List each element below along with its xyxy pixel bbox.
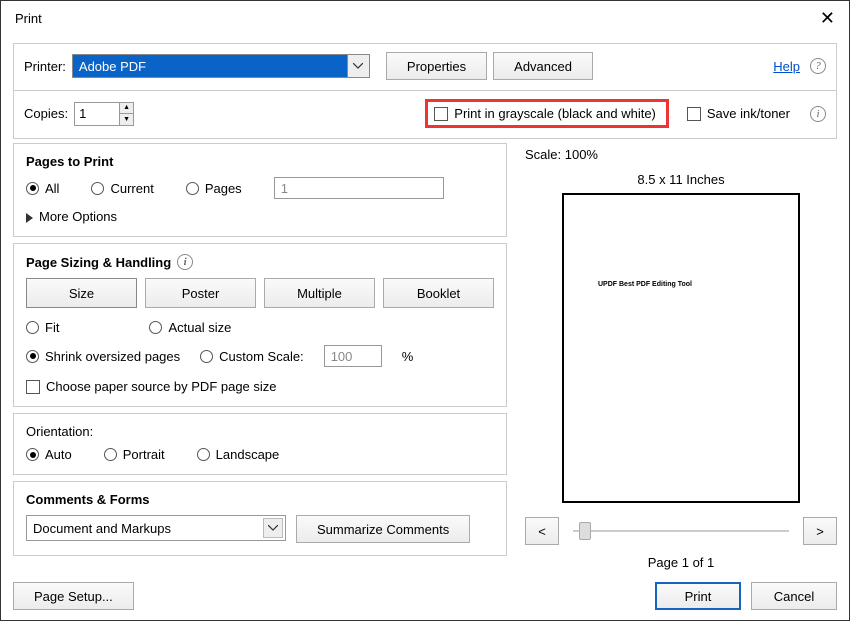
slider-thumb[interactable] bbox=[579, 522, 591, 540]
next-page-button[interactable]: > bbox=[803, 517, 837, 545]
pages-pages-radio[interactable]: Pages bbox=[186, 181, 242, 196]
custom-scale-input[interactable] bbox=[324, 345, 382, 367]
paper-source-label: Choose paper source by PDF page size bbox=[46, 379, 277, 394]
save-ink-checkbox[interactable] bbox=[687, 107, 701, 121]
grayscale-highlight: Print in grayscale (black and white) bbox=[425, 99, 669, 128]
orient-landscape-radio[interactable]: Landscape bbox=[197, 447, 280, 462]
size-button[interactable]: Size bbox=[26, 278, 137, 308]
sizing-info-icon[interactable]: i bbox=[177, 254, 193, 270]
pages-panel: Pages to Print All Current Pages More Op… bbox=[13, 143, 507, 237]
sizing-head: Page Sizing & Handling bbox=[26, 255, 171, 270]
save-ink-label: Save ink/toner bbox=[707, 106, 790, 121]
chevron-down-icon[interactable] bbox=[263, 518, 283, 538]
help-info-icon[interactable]: ? bbox=[810, 58, 826, 74]
orientation-head: Orientation: bbox=[26, 424, 494, 439]
copies-input[interactable] bbox=[75, 103, 119, 125]
cancel-button[interactable]: Cancel bbox=[751, 582, 837, 610]
print-preview: UPDF Best PDF Editing Tool bbox=[562, 193, 800, 503]
print-button[interactable]: Print bbox=[655, 582, 741, 610]
chevron-down-icon[interactable] bbox=[347, 55, 369, 77]
comments-panel: Comments & Forms Document and Markups Su… bbox=[13, 481, 507, 556]
close-icon[interactable]: ✕ bbox=[820, 9, 835, 27]
grayscale-label: Print in grayscale (black and white) bbox=[454, 106, 656, 121]
copies-down-icon[interactable]: ▼ bbox=[119, 114, 133, 125]
paper-source-checkbox[interactable] bbox=[26, 380, 40, 394]
save-ink-info-icon[interactable]: i bbox=[810, 106, 826, 122]
sizing-panel: Page Sizing & Handling i Size Poster Mul… bbox=[13, 243, 507, 407]
multiple-button[interactable]: Multiple bbox=[264, 278, 375, 308]
summarize-button[interactable]: Summarize Comments bbox=[296, 515, 470, 543]
pages-all-radio[interactable]: All bbox=[26, 181, 59, 196]
printer-select[interactable]: Adobe PDF bbox=[72, 54, 370, 78]
copies-up-icon[interactable]: ▲ bbox=[119, 103, 133, 114]
shrink-radio[interactable]: Shrink oversized pages bbox=[26, 349, 180, 364]
grayscale-checkbox[interactable] bbox=[434, 107, 448, 121]
advanced-button[interactable]: Advanced bbox=[493, 52, 593, 80]
comments-head: Comments & Forms bbox=[26, 492, 494, 507]
triangle-right-icon bbox=[26, 213, 33, 223]
comments-selected: Document and Markups bbox=[33, 521, 171, 536]
pages-head: Pages to Print bbox=[26, 154, 494, 169]
paper-size-label: 8.5 x 11 Inches bbox=[525, 172, 837, 187]
booklet-button[interactable]: Booklet bbox=[383, 278, 494, 308]
custom-scale-radio[interactable]: Custom Scale: bbox=[200, 349, 304, 364]
copies-stepper[interactable]: ▲ ▼ bbox=[74, 102, 134, 126]
actual-size-radio[interactable]: Actual size bbox=[149, 320, 231, 335]
scale-label: Scale: 100% bbox=[525, 147, 837, 162]
pct-label: % bbox=[402, 349, 414, 364]
page-slider[interactable] bbox=[573, 530, 789, 532]
pages-current-radio[interactable]: Current bbox=[91, 181, 153, 196]
fit-radio[interactable]: Fit bbox=[26, 320, 59, 335]
page-indicator: Page 1 of 1 bbox=[525, 555, 837, 570]
help-link[interactable]: Help bbox=[773, 59, 800, 74]
window-title: Print bbox=[15, 11, 42, 26]
orient-portrait-radio[interactable]: Portrait bbox=[104, 447, 165, 462]
properties-button[interactable]: Properties bbox=[386, 52, 487, 80]
pages-range-input[interactable] bbox=[274, 177, 444, 199]
comments-select[interactable]: Document and Markups bbox=[26, 515, 286, 541]
copies-label: Copies: bbox=[24, 106, 68, 121]
page-setup-button[interactable]: Page Setup... bbox=[13, 582, 134, 610]
printer-selected: Adobe PDF bbox=[79, 59, 146, 74]
printer-label: Printer: bbox=[24, 59, 66, 74]
poster-button[interactable]: Poster bbox=[145, 278, 256, 308]
orientation-panel: Orientation: Auto Portrait Landscape bbox=[13, 413, 507, 475]
more-options-toggle[interactable]: More Options bbox=[26, 209, 494, 224]
orient-auto-radio[interactable]: Auto bbox=[26, 447, 72, 462]
prev-page-button[interactable]: < bbox=[525, 517, 559, 545]
preview-doc-text: UPDF Best PDF Editing Tool bbox=[598, 281, 692, 288]
